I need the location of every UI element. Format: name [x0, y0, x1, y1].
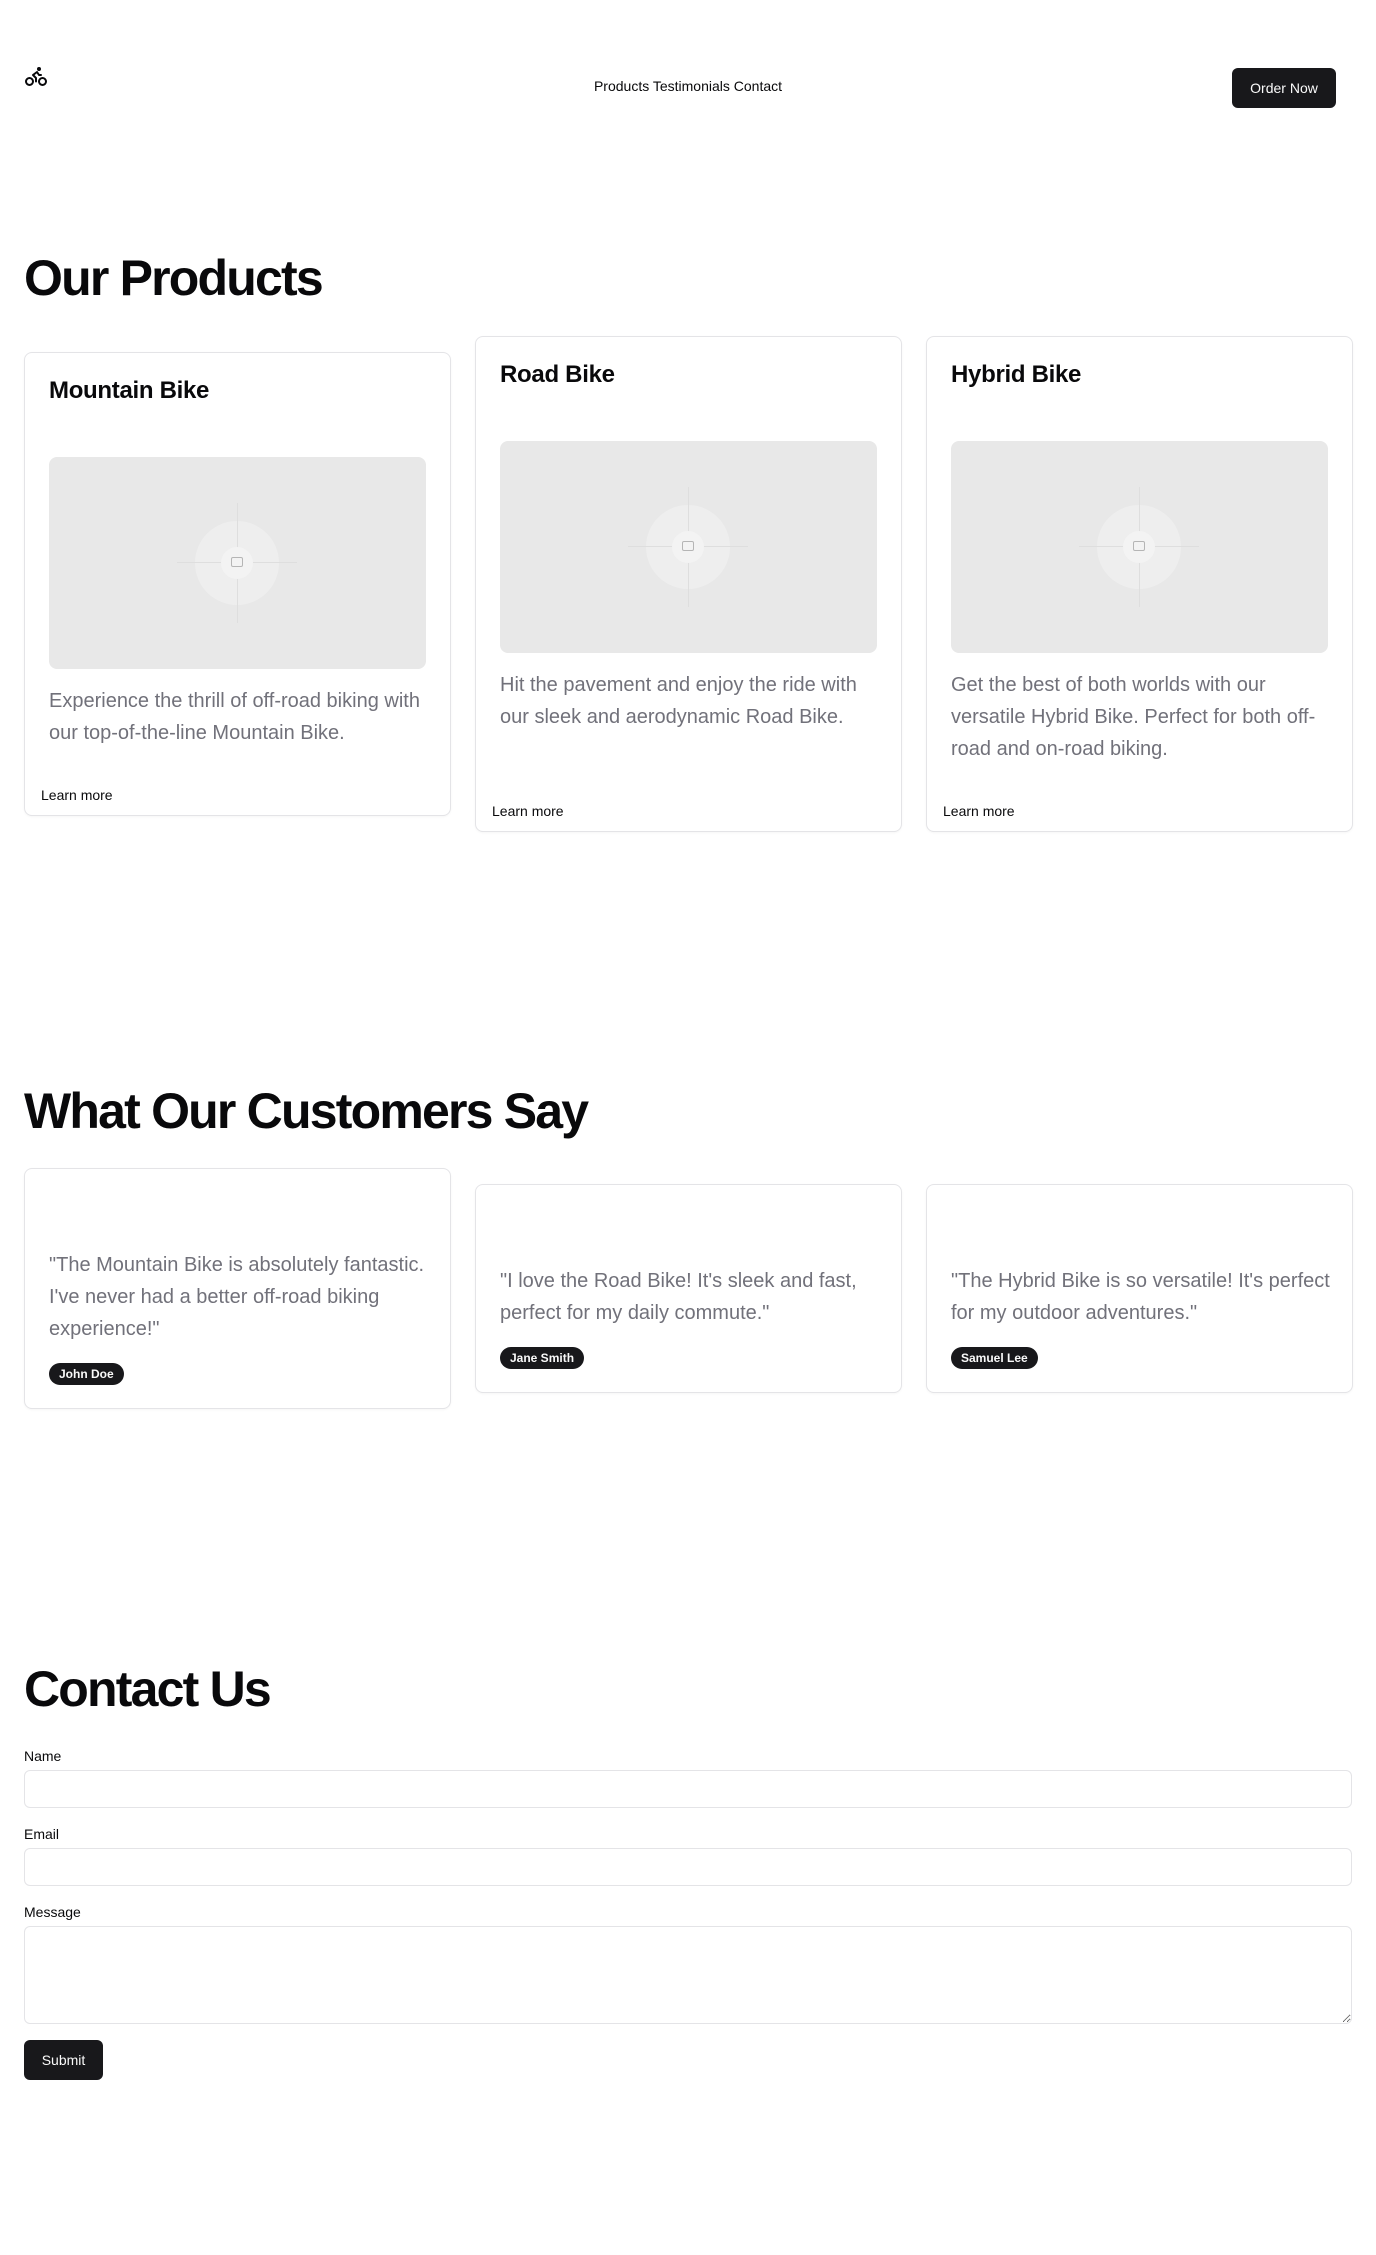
testimonial-quote: "I love the Road Bike! It's sleek and fa…	[500, 1270, 857, 1324]
nav-contact[interactable]: Contact	[734, 78, 782, 94]
testimonial-quote: "The Mountain Bike is absolutely fantast…	[49, 1254, 425, 1340]
products-heading: Our Products	[24, 250, 324, 306]
product-card-mountain: Mountain Bike Experience the thrill of o…	[24, 352, 451, 816]
testimonial-quote: "The Hybrid Bike is so versatile! It's p…	[951, 1270, 1330, 1324]
learn-more-link[interactable]: Learn more	[41, 787, 113, 803]
product-image	[951, 441, 1328, 653]
learn-more-link[interactable]: Learn more	[492, 803, 564, 819]
name-label: Name	[24, 1748, 62, 1764]
author-badge: John Doe	[49, 1363, 124, 1385]
product-title: Mountain Bike	[49, 377, 210, 404]
author-badge: Jane Smith	[500, 1347, 585, 1369]
product-card-road: Road Bike Hit the pavement and enjoy the…	[475, 336, 902, 832]
testimonial-card: "I love the Road Bike! It's sleek and fa…	[475, 1184, 902, 1393]
site-header: Products Testimonials Contact Order Now	[0, 0, 1376, 180]
image-placeholder-icon	[682, 541, 694, 551]
name-field[interactable]	[24, 1770, 1352, 1808]
nav-testimonials[interactable]: Testimonials	[653, 78, 730, 94]
email-label: Email	[24, 1826, 60, 1842]
testimonials-heading: What Our Customers Say	[24, 1083, 589, 1139]
image-placeholder-icon	[1133, 541, 1145, 551]
testimonial-card: "The Hybrid Bike is so versatile! It's p…	[926, 1184, 1353, 1393]
product-description: Get the best of both worlds with our ver…	[951, 674, 1316, 760]
product-card-hybrid: Hybrid Bike Get the best of both worlds …	[926, 336, 1353, 832]
product-image	[500, 441, 877, 653]
message-label: Message	[24, 1904, 81, 1920]
main-nav: Products Testimonials Contact	[0, 78, 1376, 94]
testimonial-card: "The Mountain Bike is absolutely fantast…	[24, 1168, 451, 1409]
message-field[interactable]	[24, 1926, 1352, 2024]
product-title: Hybrid Bike	[951, 361, 1082, 388]
product-image	[49, 457, 426, 669]
product-description: Hit the pavement and enjoy the ride with…	[500, 674, 857, 728]
email-field[interactable]	[24, 1848, 1352, 1886]
learn-more-link[interactable]: Learn more	[943, 803, 1015, 819]
order-now-button[interactable]: Order Now	[1232, 68, 1336, 108]
image-placeholder-icon	[231, 557, 243, 567]
author-badge: Samuel Lee	[951, 1347, 1038, 1369]
product-title: Road Bike	[500, 361, 615, 388]
submit-button[interactable]: Submit	[24, 2040, 103, 2080]
contact-heading: Contact Us	[24, 1661, 272, 1717]
product-description: Experience the thrill of off-road biking…	[49, 690, 420, 744]
nav-products[interactable]: Products	[594, 78, 649, 94]
